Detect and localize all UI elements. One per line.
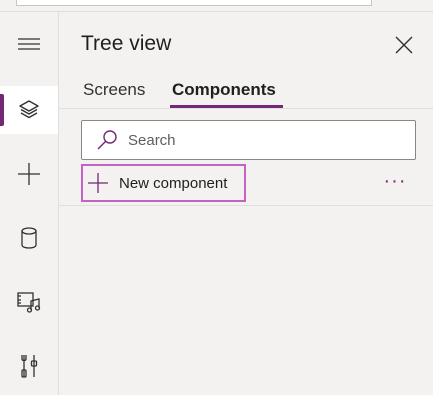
panel-title: Tree view: [81, 32, 172, 55]
new-component-label: New component: [119, 174, 228, 192]
tab-components[interactable]: Components: [172, 80, 276, 100]
divider: [59, 205, 433, 206]
search-input[interactable]: Search: [81, 120, 416, 160]
data-button[interactable]: [0, 214, 58, 262]
more-icon: ···: [383, 170, 407, 192]
layers-icon: [19, 100, 39, 119]
tab-screens[interactable]: Screens: [83, 80, 145, 100]
database-icon: [21, 227, 37, 249]
tools-icon: [21, 355, 38, 378]
more-options-button[interactable]: ···: [379, 170, 411, 192]
new-component-button[interactable]: New component: [81, 164, 246, 202]
advanced-tools-button[interactable]: [0, 342, 58, 390]
close-icon: [395, 36, 413, 54]
formula-bar-edge[interactable]: [16, 0, 372, 6]
close-button[interactable]: [393, 34, 415, 56]
media-icon: [17, 292, 41, 313]
hamburger-menu-button[interactable]: [0, 20, 58, 68]
hamburger-menu-icon: [18, 38, 40, 50]
insert-button[interactable]: [0, 150, 58, 198]
plus-icon: [88, 173, 108, 193]
plus-icon: [18, 163, 40, 185]
divider: [59, 108, 433, 109]
search-placeholder: Search: [128, 131, 176, 149]
media-button[interactable]: [0, 278, 58, 326]
top-strip: [0, 0, 433, 12]
tree-view-panel: Tree view Screens Components Search New …: [59, 12, 433, 395]
tree-view-button[interactable]: [0, 86, 58, 134]
search-icon: [97, 130, 117, 150]
left-rail: [0, 12, 59, 395]
